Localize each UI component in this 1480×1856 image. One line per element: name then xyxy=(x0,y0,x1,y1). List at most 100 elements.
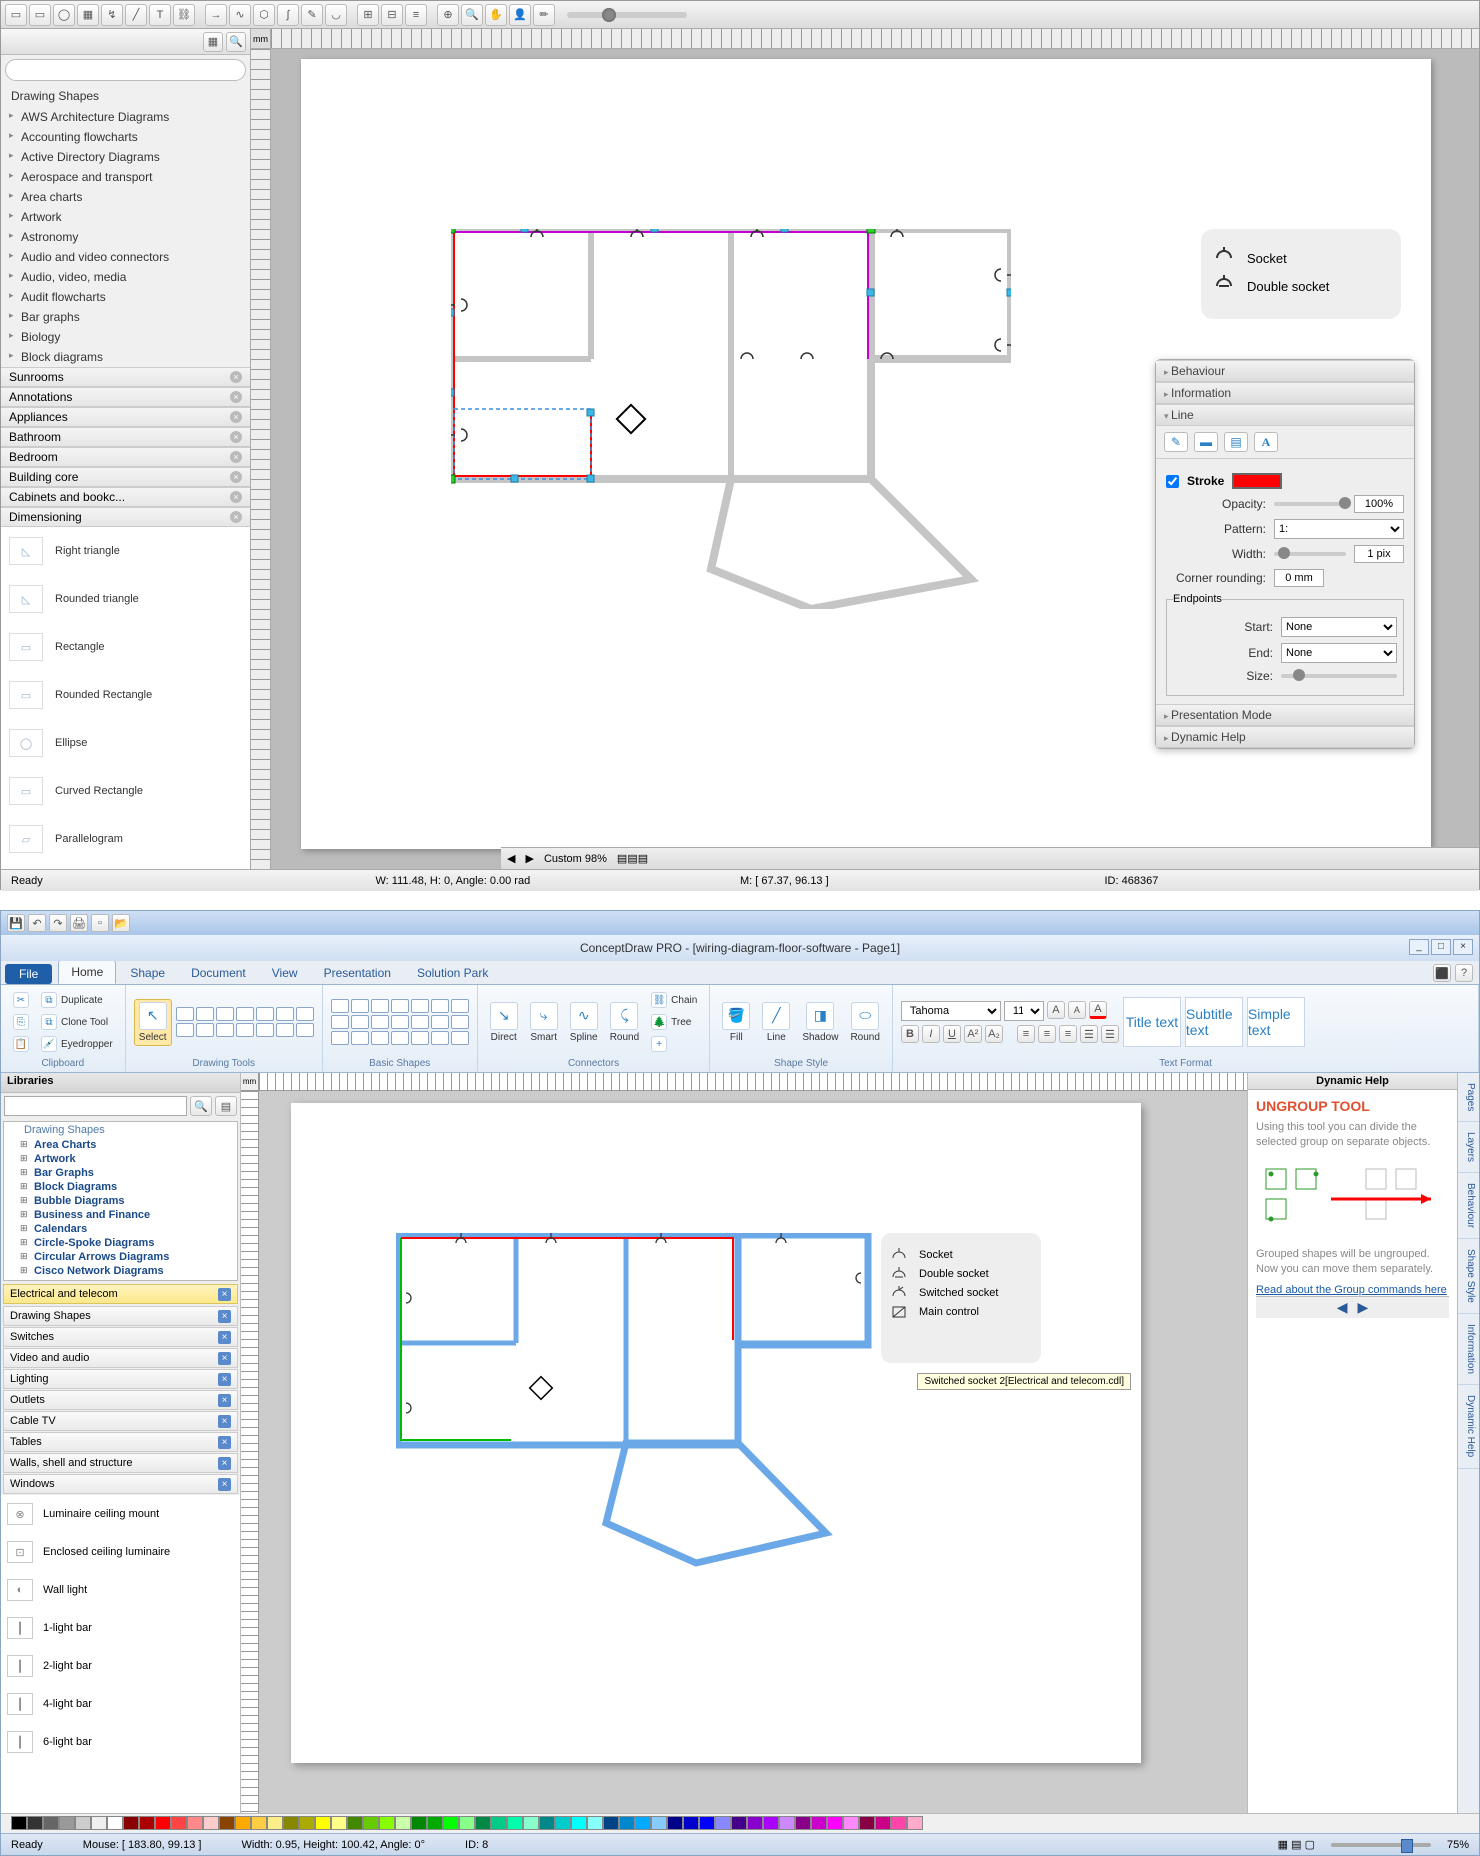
lib-menu-icon[interactable]: ▤ xyxy=(215,1096,237,1116)
side-tab-information[interactable]: Information xyxy=(1458,1314,1479,1385)
color-swatch[interactable] xyxy=(843,1816,859,1830)
tree-root-label[interactable]: Drawing Shapes xyxy=(4,1122,237,1138)
zoom-slider[interactable] xyxy=(567,12,687,18)
tree-item[interactable]: Artwork xyxy=(4,1152,237,1166)
color-swatch[interactable] xyxy=(507,1816,523,1830)
corner-input[interactable] xyxy=(1274,569,1324,587)
stroke-color-swatch[interactable] xyxy=(1232,473,1282,489)
pointer-tool-icon[interactable]: ▭ xyxy=(5,4,27,26)
eyedropper-button[interactable]: 💉Eyedropper xyxy=(37,1034,117,1054)
shape-item[interactable]: ▭Rounded Rectangle xyxy=(1,671,250,719)
shape-item[interactable]: ◯Ellipse xyxy=(1,719,250,767)
color-swatch[interactable] xyxy=(683,1816,699,1830)
user-icon[interactable]: 👤 xyxy=(509,4,531,26)
tree-item[interactable]: Bubble Diagrams xyxy=(4,1194,237,1208)
information-section[interactable]: Information xyxy=(1156,382,1414,404)
panel-header[interactable]: Cabinets and bookc...× xyxy=(1,487,250,507)
color-swatch[interactable] xyxy=(635,1816,651,1830)
color-swatch[interactable] xyxy=(411,1816,427,1830)
end-select[interactable]: None xyxy=(1281,643,1397,663)
color-swatch[interactable] xyxy=(395,1816,411,1830)
grow-font-icon[interactable]: A xyxy=(1047,1001,1065,1019)
save-icon[interactable]: 💾 xyxy=(7,914,25,932)
stroke-checkbox[interactable] xyxy=(1166,475,1179,488)
prev-arrow-icon[interactable]: ◀ xyxy=(1337,1299,1348,1316)
color-swatch[interactable] xyxy=(155,1816,171,1830)
line-section[interactable]: Line xyxy=(1156,404,1414,426)
presentation-section[interactable]: Presentation Mode xyxy=(1156,704,1414,726)
color-palette[interactable] xyxy=(1,1813,1479,1833)
color-swatch[interactable] xyxy=(363,1816,379,1830)
lib-shape[interactable]: ◐Wall light xyxy=(1,1571,240,1609)
shape-item[interactable]: ▱Rounded Parallelogram xyxy=(1,863,250,869)
connector-tool-icon[interactable]: ↯ xyxy=(101,4,123,26)
color-swatch[interactable] xyxy=(571,1816,587,1830)
ungroup-icon[interactable]: ⊟ xyxy=(381,4,403,26)
help-link[interactable]: Read about the Group commands here xyxy=(1256,1284,1447,1296)
search-icon[interactable]: 🔍 xyxy=(190,1096,212,1116)
align-center-icon[interactable]: ≡ xyxy=(1038,1025,1056,1043)
tree-item[interactable]: Area Charts xyxy=(4,1138,237,1152)
tab-view[interactable]: View xyxy=(260,962,310,984)
shadow-button[interactable]: ◨Shadow xyxy=(798,1000,842,1045)
font-size-select[interactable]: 11 xyxy=(1004,1001,1044,1021)
lib-category[interactable]: Walls, shell and structure× xyxy=(3,1453,238,1473)
color-swatch[interactable] xyxy=(667,1816,683,1830)
tree-item[interactable]: Audio, video, media xyxy=(1,267,250,287)
floor-plan-2[interactable] xyxy=(396,1233,876,1593)
panel-header[interactable]: Bathroom× xyxy=(1,427,250,447)
fill-button[interactable]: 🪣Fill xyxy=(718,1000,754,1045)
arc-icon[interactable]: ◡ xyxy=(325,4,347,26)
color-swatch[interactable] xyxy=(475,1816,491,1830)
opacity-input[interactable] xyxy=(1354,495,1404,513)
panel-header[interactable]: Bedroom× xyxy=(1,447,250,467)
view-mode-icon[interactable]: ▦ ▤ ▢ xyxy=(1278,1838,1315,1851)
plus-button[interactable]: + xyxy=(647,1034,701,1054)
lib-category[interactable]: Cable TV× xyxy=(3,1411,238,1431)
tab-shape[interactable]: Shape xyxy=(118,962,177,984)
color-swatch[interactable] xyxy=(27,1816,43,1830)
canvas-area-2[interactable]: mm xyxy=(241,1073,1247,1813)
bezier-icon[interactable]: ∫ xyxy=(277,4,299,26)
superscript-icon[interactable]: A² xyxy=(964,1025,982,1043)
copy-button[interactable]: ⎘ xyxy=(9,1012,33,1032)
round-style-button[interactable]: ⬭Round xyxy=(846,1000,883,1045)
tree-item[interactable]: Block Diagrams xyxy=(4,1180,237,1194)
font-select[interactable]: Tahoma xyxy=(901,1001,1001,1021)
layout-tab-icon[interactable]: ▤ xyxy=(1224,432,1248,452)
behaviour-section[interactable]: Behaviour xyxy=(1156,360,1414,382)
underline-icon[interactable]: U xyxy=(943,1025,961,1043)
color-swatch[interactable] xyxy=(699,1816,715,1830)
color-swatch[interactable] xyxy=(107,1816,123,1830)
lib-category[interactable]: Outlets× xyxy=(3,1390,238,1410)
zoom-slider-2[interactable] xyxy=(1331,1843,1431,1847)
freehand-icon[interactable]: ✎ xyxy=(301,4,323,26)
lib-shape[interactable]: ┃4-light bar xyxy=(1,1685,240,1723)
clone-button[interactable]: ⧉Clone Tool xyxy=(37,1012,117,1032)
color-swatch[interactable] xyxy=(379,1816,395,1830)
color-swatch[interactable] xyxy=(123,1816,139,1830)
numbering-icon[interactable]: ☰ xyxy=(1101,1025,1119,1043)
panel-header[interactable]: Annotations× xyxy=(1,387,250,407)
help-icon[interactable]: ? xyxy=(1455,964,1473,982)
color-swatch[interactable] xyxy=(347,1816,363,1830)
tree-item[interactable]: Area charts xyxy=(1,187,250,207)
color-swatch[interactable] xyxy=(59,1816,75,1830)
color-swatch[interactable] xyxy=(235,1816,251,1830)
smart-button[interactable]: ⤷Smart xyxy=(526,1000,562,1045)
subscript-icon[interactable]: A₂ xyxy=(985,1025,1003,1043)
lib-shape[interactable]: ⊡Enclosed ceiling luminaire xyxy=(1,1533,240,1571)
lib-category[interactable]: Windows× xyxy=(3,1474,238,1494)
drawing-page-2[interactable]: Socket Double socket Switched socket Mai… xyxy=(291,1103,1141,1763)
lib-shape[interactable]: ⊗Luminaire ceiling mount xyxy=(1,1495,240,1533)
fill-tab-icon[interactable]: ▬ xyxy=(1194,432,1218,452)
tree-item[interactable]: Block diagrams xyxy=(1,347,250,367)
tree-item[interactable]: Audit flowcharts xyxy=(1,287,250,307)
duplicate-button[interactable]: ⧉Duplicate xyxy=(37,990,117,1010)
align-right-icon[interactable]: ≡ xyxy=(1059,1025,1077,1043)
tree-item[interactable]: Biology xyxy=(1,327,250,347)
group-icon[interactable]: ⊞ xyxy=(357,4,379,26)
redo-icon[interactable]: ↷ xyxy=(49,914,67,932)
pencil-icon[interactable]: ✏ xyxy=(533,4,555,26)
color-swatch[interactable] xyxy=(859,1816,875,1830)
